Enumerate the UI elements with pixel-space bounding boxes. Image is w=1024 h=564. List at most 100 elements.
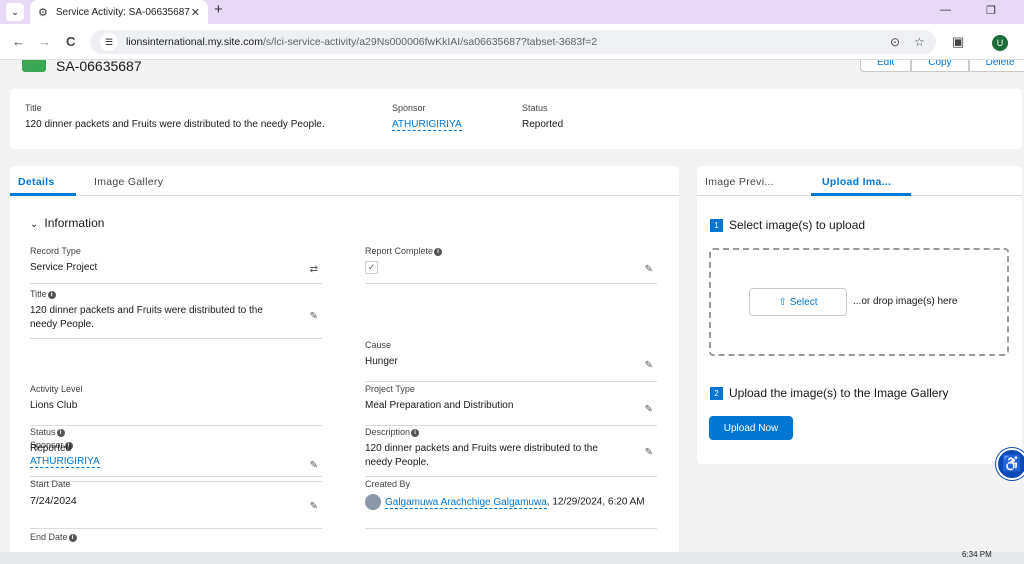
address-bar[interactable]: ☰ lionsinternational.my.site.com/s/lci-s… <box>90 30 936 54</box>
field-description: Description i 120 dinner packets and Frui… <box>365 427 657 477</box>
edit-pencil-icon[interactable]: ✎ <box>645 404 653 415</box>
info-icon[interactable]: i <box>411 428 420 437</box>
step-number: 1 <box>710 218 723 232</box>
field-label: Description <box>365 427 411 437</box>
highlight-sponsor-link[interactable]: ATHURIGIRIYA <box>392 119 462 131</box>
browser-tab[interactable]: ⚙ Service Activity: SA-06635687 ✕ <box>30 0 208 24</box>
image-upload-card: Image Previ... Upload Ima... 1 Select im… <box>697 166 1022 464</box>
step-number: 2 <box>710 386 723 400</box>
taskbar-clock: 6:34 PM <box>962 550 992 559</box>
field-title: Title i 120 dinner packets and Fruits wer… <box>30 289 322 339</box>
step-text: Upload the image(s) to the Image Gallery <box>729 386 949 400</box>
info-icon[interactable]: i <box>56 428 65 437</box>
service-activity-icon <box>22 60 46 72</box>
field-report-complete: Report Complete i ✓ ✎ <box>365 246 657 284</box>
select-label: Select <box>789 296 818 308</box>
accessibility-icon[interactable]: ♿ <box>996 448 1024 480</box>
bookmark-star-icon[interactable]: ☆ <box>914 35 925 49</box>
field-created-by: Created By Galgamuwa Arachchige Galgamuw… <box>365 479 657 529</box>
edit-pencil-icon[interactable]: ✎ <box>310 311 318 322</box>
highlight-status-label: Status <box>522 103 548 113</box>
highlights-panel: Title 120 dinner packets and Fruits were… <box>10 89 1022 149</box>
field-value: Hunger <box>365 356 398 367</box>
edit-pencil-icon[interactable]: ✎ <box>645 264 653 275</box>
info-icon[interactable]: i <box>434 247 443 256</box>
field-label: Record Type <box>30 246 81 256</box>
field-record-type: Record Type Service Project ⇄ <box>30 246 322 284</box>
field-end-date: End Date i <box>30 532 322 552</box>
edit-pencil-icon[interactable]: ✎ <box>645 360 653 371</box>
drop-text: ...or drop image(s) here <box>853 296 958 307</box>
copy-button[interactable]: Copy <box>911 60 969 72</box>
active-tab-indicator <box>811 193 911 196</box>
edit-pencil-icon[interactable]: ✎ <box>645 447 653 458</box>
field-project-type: Project Type Meal Preparation and Distri… <box>365 384 657 426</box>
info-icon[interactable]: i <box>47 290 56 299</box>
field-label: Created By <box>365 479 411 489</box>
upload-now-button[interactable]: Upload Now <box>709 416 793 440</box>
highlight-title-value: 120 dinner packets and Fruits were distr… <box>25 119 325 130</box>
restore-button[interactable]: ❐ <box>986 4 996 17</box>
change-record-type-icon[interactable]: ⇄ <box>310 264 318 275</box>
minimize-button[interactable]: — <box>940 4 951 16</box>
created-by-user-link[interactable]: Galgamuwa Arachchige Galgamuwa <box>385 496 547 509</box>
browser-toolbar: ← → C ☰ lionsinternational.my.site.com/s… <box>0 24 1024 60</box>
location-icon[interactable]: ⊙ <box>890 35 900 49</box>
edit-button[interactable]: Edit <box>860 60 912 72</box>
profile-avatar[interactable]: U <box>992 35 1008 51</box>
url-text: lionsinternational.my.site.com/s/lci-ser… <box>126 36 598 48</box>
tab-search-button[interactable]: ⌄ <box>6 3 24 21</box>
upload-icon: ⇧ <box>778 296 787 308</box>
image-dropzone[interactable]: ⇧ Select ...or drop image(s) here <box>709 248 1009 356</box>
created-date: , 12/29/2024, 6:20 AM <box>546 496 645 508</box>
highlight-sponsor-label: Sponsor <box>392 103 426 113</box>
highlight-status-value: Reported <box>522 119 564 130</box>
field-label: Start Date <box>30 479 71 489</box>
record-number: SA-06635687 <box>56 60 142 74</box>
field-activity-level: Activity Level Lions Club <box>30 384 322 426</box>
report-complete-checkbox: ✓ <box>365 261 378 274</box>
tab-image-gallery[interactable]: Image Gallery <box>94 176 163 188</box>
browser-tab-bar: ⌄ ⚙ Service Activity: SA-06635687 ✕ + — … <box>0 0 1024 24</box>
forward-button[interactable]: → <box>38 34 51 49</box>
details-card: Details Image Gallery ⌄ Information Recor… <box>10 166 679 552</box>
site-info-icon[interactable]: ☰ <box>100 33 118 51</box>
tab-close-icon[interactable]: ✕ <box>191 6 200 19</box>
extensions-icon[interactable]: ▣ <box>952 34 964 50</box>
os-taskbar: 6:34 PM <box>0 550 1024 564</box>
section-title: Information <box>44 216 105 230</box>
information-section-toggle[interactable]: ⌄ Information <box>30 216 104 230</box>
field-value: Service Project <box>30 262 98 273</box>
step-text: Select image(s) to upload <box>729 218 866 232</box>
field-value: Reported <box>30 443 72 454</box>
field-value: 120 dinner packets and Fruits were distr… <box>365 443 598 468</box>
field-value: Meal Preparation and Distribution <box>365 400 514 411</box>
field-label: Project Type <box>365 384 415 394</box>
field-label: Report Complete <box>365 246 434 256</box>
field-value: 7/24/2024 <box>30 495 77 507</box>
field-label: End Date <box>30 532 68 542</box>
delete-button[interactable]: Delete <box>968 60 1024 72</box>
field-label: Title <box>30 289 47 299</box>
info-icon[interactable]: i <box>68 533 77 542</box>
back-button[interactable]: ← <box>12 34 25 49</box>
user-avatar-icon <box>365 494 381 510</box>
reload-button[interactable]: C <box>66 34 75 49</box>
field-label: Cause <box>365 340 392 350</box>
field-start-date: Start Date 7/24/2024 ✎ <box>30 479 322 529</box>
step-select-images: 1 Select image(s) to upload <box>710 218 865 232</box>
field-status: Status i Reported <box>30 427 322 477</box>
field-label: Activity Level <box>30 384 83 394</box>
new-tab-button[interactable]: + <box>214 1 223 18</box>
select-images-button[interactable]: ⇧ Select <box>749 288 847 316</box>
tab-image-preview[interactable]: Image Previ... <box>705 176 774 188</box>
field-cause: Cause Hunger ✎ <box>365 340 657 382</box>
step-upload-gallery: 2 Upload the image(s) to the Image Galle… <box>710 386 948 400</box>
tab-upload-images[interactable]: Upload Ima... <box>822 176 891 188</box>
highlight-title-label: Title <box>25 103 42 113</box>
tab-details[interactable]: Details <box>18 176 55 188</box>
site-favicon-icon: ⚙ <box>38 6 48 19</box>
field-value: 120 dinner packets and Fruits were distr… <box>30 305 263 330</box>
chevron-down-icon: ⌄ <box>30 219 39 230</box>
edit-pencil-icon[interactable]: ✎ <box>310 501 318 512</box>
